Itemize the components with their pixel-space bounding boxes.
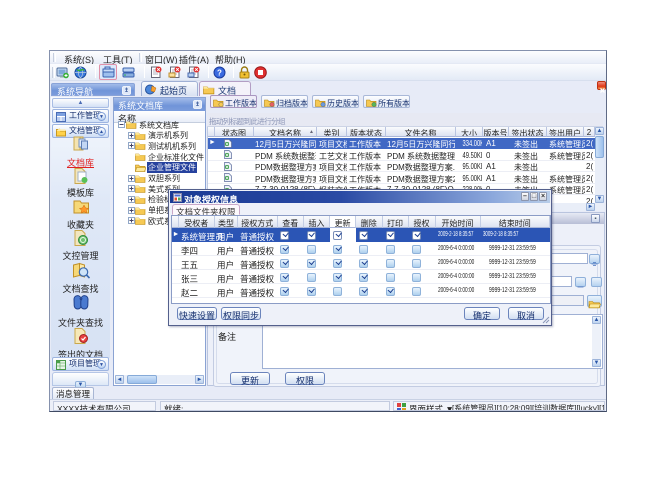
- svg-text:?: ?: [217, 69, 222, 78]
